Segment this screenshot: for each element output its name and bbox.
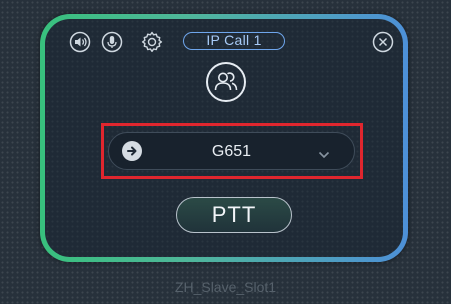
group-avatar-icon (206, 62, 246, 102)
panel-body: IP Call 1 G651 PTT (45, 19, 403, 257)
gear-icon[interactable] (140, 30, 164, 54)
close-icon[interactable] (372, 31, 394, 53)
slot-name-label: ZH_Slave_Slot1 (174, 279, 277, 295)
arrow-right-circle-icon[interactable] (122, 141, 142, 161)
microphone-icon[interactable] (101, 31, 123, 53)
channel-select[interactable]: G651 (108, 132, 355, 170)
ip-call-panel: IP Call 1 G651 PTT (40, 14, 408, 262)
speaker-icon[interactable] (69, 31, 91, 53)
ip-call-label: IP Call 1 (183, 32, 285, 50)
channel-select-value: G651 (211, 143, 252, 160)
ptt-button[interactable]: PTT (176, 197, 292, 233)
chevron-down-icon[interactable] (318, 146, 330, 164)
